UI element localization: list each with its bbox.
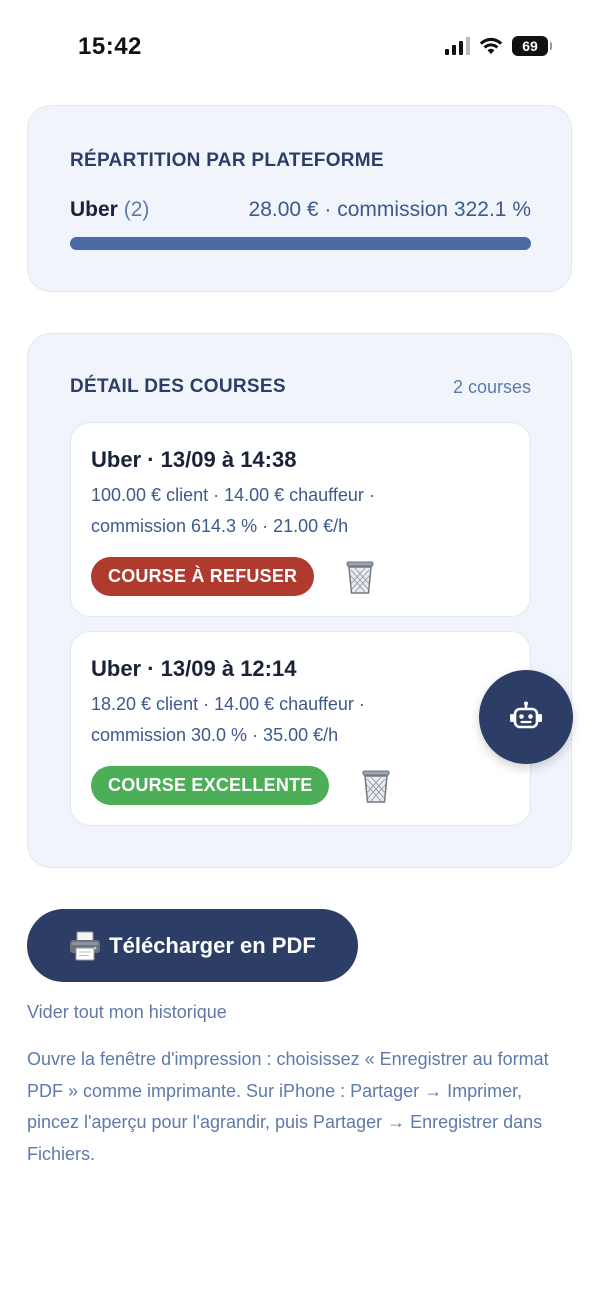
course-title: Uber · 13/09 à 14:38	[91, 447, 297, 472]
platform-section-title: RÉPARTITION PAR PLATEFORME	[70, 150, 384, 171]
download-pdf-label: Télécharger en PDF	[109, 932, 316, 958]
course-item: Uber · 13/09 à 14:38 100.00 € client · 1…	[70, 422, 531, 617]
platform-share-bar	[70, 237, 531, 250]
download-pdf-button[interactable]: Télécharger en PDF	[27, 909, 358, 982]
status-time: 15:42	[78, 33, 142, 60]
platform-name: Uber	[70, 198, 118, 221]
course-rating-badge: COURSE À REFUSER	[91, 557, 315, 596]
assistant-fab-button[interactable]	[479, 670, 573, 764]
platform-count: (2)	[123, 198, 150, 221]
status-bar: 15:42 69	[0, 0, 600, 96]
battery-icon: 69	[512, 36, 552, 56]
platform-stats: 28.00 € · commission 322.1 %	[248, 198, 531, 221]
course-amounts: 18.20 € client · 14.00 € chauffeur ·	[91, 694, 365, 714]
platform-row-uber: Uber (2) 28.00 € · commission 322.1 %	[70, 198, 531, 222]
clear-history-link[interactable]: Vider tout mon historique	[27, 1002, 227, 1023]
trash-icon[interactable]	[343, 559, 377, 595]
course-rating-badge: COURSE EXCELLENTE	[91, 766, 330, 805]
print-help-text: Ouvre la fenêtre d'impression : choisiss…	[27, 1049, 549, 1164]
trash-icon[interactable]	[359, 768, 393, 804]
course-amounts: 100.00 € client · 14.00 € chauffeur ·	[91, 485, 375, 505]
course-item: Uber · 13/09 à 12:14 18.20 € client · 14…	[70, 631, 531, 826]
course-detail-card: DÉTAIL DES COURSES 2 courses Uber · 13/0…	[27, 333, 572, 868]
course-commission: commission 614.3 % · 21.00 €/h	[91, 516, 349, 536]
wifi-icon	[479, 37, 503, 54]
course-title: Uber · 13/09 à 12:14	[91, 656, 297, 681]
status-icons: 69	[445, 36, 552, 56]
course-commission: commission 30.0 % · 35.00 €/h	[91, 725, 339, 745]
detail-section-title: DÉTAIL DES COURSES	[70, 376, 286, 397]
signal-icon	[445, 37, 470, 55]
platform-share-fill	[70, 237, 531, 250]
robot-icon	[510, 701, 542, 729]
course-count: 2 courses	[452, 377, 531, 397]
printer-icon	[70, 931, 101, 960]
page: 15:42 69 RÉPARTITION PAR PLATEFORME Uber…	[0, 0, 600, 1305]
platform-breakdown-card: RÉPARTITION PAR PLATEFORME Uber (2) 28.0…	[27, 105, 572, 292]
